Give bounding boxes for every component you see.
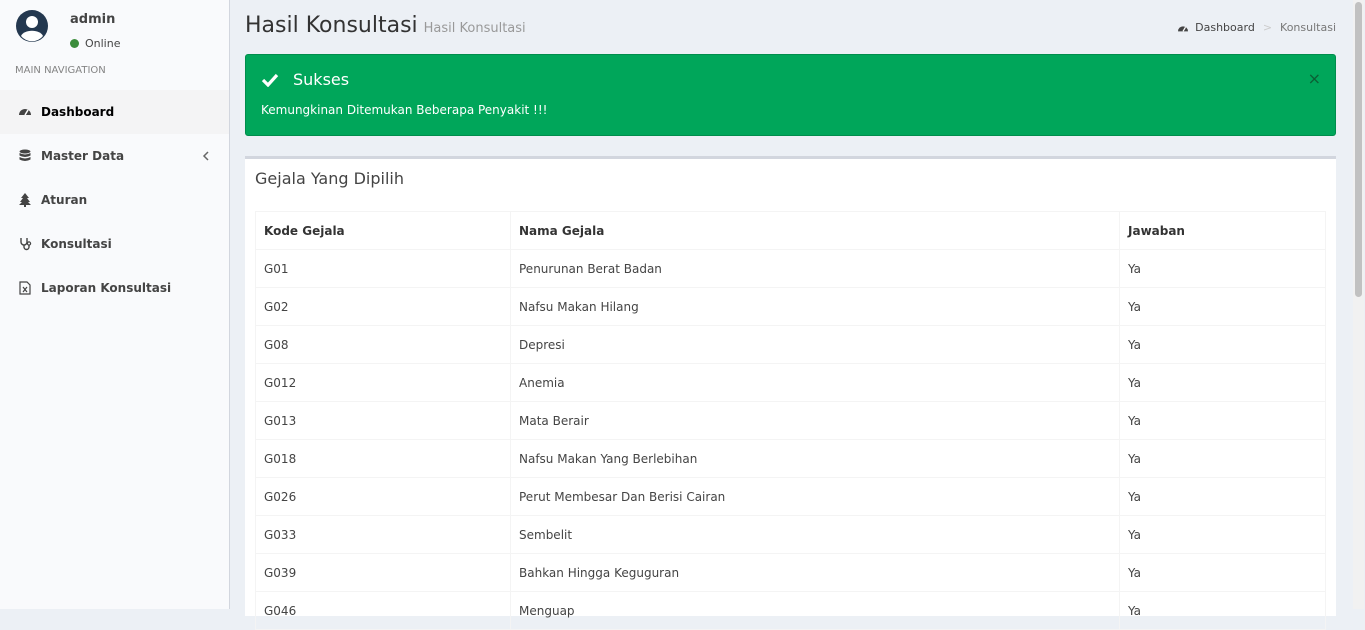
table-body: G01 Penurunan Berat Badan Ya G02 Nafsu Makan… (255, 249, 1326, 630)
table-cell: Nafsu Makan Hilang (510, 287, 1120, 326)
table-cell: G02 (255, 287, 511, 326)
file-excel-icon (17, 280, 33, 296)
sidebar-item-label: Aturan (41, 193, 88, 207)
nav-header: MAIN NAVIGATION (15, 65, 106, 76)
table-row: G026 Perut Membesar Dan Berisi Cairan Ya (255, 477, 1326, 516)
sidebar-item-konsultasi[interactable]: Konsultasi (0, 222, 229, 266)
user-status: Online (70, 37, 120, 50)
main-content: Hasil Konsultasi Hasil Konsultasi Dashboa… (230, 0, 1365, 630)
dashboard-icon (1178, 25, 1189, 32)
table-cell: Ya (1119, 439, 1326, 478)
user-avatar-icon (16, 10, 48, 42)
table-cell: Perut Membesar Dan Berisi Cairan (510, 477, 1120, 516)
table-cell: G013 (255, 401, 511, 440)
breadcrumb: Dashboard > Konsultasi (1177, 21, 1336, 34)
table-header-row: Kode Gejala Nama Gejala Jawaban (255, 211, 1326, 250)
chevron-left-icon (202, 151, 209, 161)
stethoscope-icon (17, 236, 33, 252)
table-cell: Ya (1119, 287, 1326, 326)
table-cell: Ya (1119, 591, 1326, 630)
breadcrumb-link-dashboard[interactable]: Dashboard (1195, 21, 1255, 34)
table-cell: Ya (1119, 363, 1326, 402)
table-row: G013 Mata Berair Ya (255, 401, 1326, 440)
table-cell: G01 (255, 249, 511, 288)
sidebar-menu: Dashboard Master Data Aturan Konsultasi (0, 90, 229, 310)
breadcrumb-separator: > (1262, 21, 1273, 34)
sidebar: admin Online MAIN NAVIGATION Dashboard M… (0, 0, 230, 609)
table-cell: Ya (1119, 401, 1326, 440)
table-cell: Ya (1119, 477, 1326, 516)
table-cell: Nafsu Makan Yang Berlebihan (510, 439, 1120, 478)
success-alert: Sukses Kemungkinan Ditemukan Beberapa Pe… (245, 54, 1336, 136)
dashboard-icon (17, 104, 33, 120)
column-header: Nama Gejala (510, 211, 1120, 250)
sidebar-item-label: Master Data (41, 149, 125, 163)
table-row: G08 Depresi Ya (255, 325, 1326, 364)
table-cell: G08 (255, 325, 511, 364)
sidebar-item-label: Laporan Konsultasi (41, 281, 172, 295)
sidebar-item-aturan[interactable]: Aturan (0, 178, 229, 222)
table-cell: Menguap (510, 591, 1120, 630)
sidebar-item-laporan-konsultasi[interactable]: Laporan Konsultasi (0, 266, 229, 310)
close-icon[interactable]: × (1308, 69, 1321, 88)
scrollbar-thumb[interactable] (1355, 2, 1362, 297)
table-cell: Ya (1119, 325, 1326, 364)
sidebar-item-label: Dashboard (41, 105, 115, 119)
box-title: Gejala Yang Dipilih (255, 169, 404, 188)
table-cell: Bahkan Hingga Keguguran (510, 553, 1120, 592)
page-subtitle: Hasil Konsultasi (423, 21, 526, 36)
table-cell: G018 (255, 439, 511, 478)
sidebar-item-master-data[interactable]: Master Data (0, 134, 229, 178)
table-cell: G033 (255, 515, 511, 554)
table-cell: Depresi (510, 325, 1120, 364)
symptoms-table: Kode Gejala Nama Gejala Jawaban G01 Penur… (255, 211, 1326, 630)
user-name: admin (70, 12, 116, 27)
table-cell: G046 (255, 591, 511, 630)
check-icon (261, 73, 279, 87)
table-row: G018 Nafsu Makan Yang Berlebihan Ya (255, 439, 1326, 478)
alert-message: Kemungkinan Ditemukan Beberapa Penyakit … (261, 103, 548, 117)
table-cell: Sembelit (510, 515, 1120, 554)
table-row: G033 Sembelit Ya (255, 515, 1326, 554)
user-status-label: Online (85, 37, 121, 50)
table-cell: Anemia (510, 363, 1120, 402)
table-row: G012 Anemia Ya (255, 363, 1326, 402)
table-cell: G026 (255, 477, 511, 516)
breadcrumb-current: Konsultasi (1280, 21, 1336, 34)
table-cell: Ya (1119, 515, 1326, 554)
column-header: Jawaban (1119, 211, 1326, 250)
sidebar-item-dashboard[interactable]: Dashboard (0, 90, 229, 134)
table-cell: Mata Berair (510, 401, 1120, 440)
table-cell: Ya (1119, 553, 1326, 592)
alert-title: Sukses (261, 70, 349, 89)
table-cell: G039 (255, 553, 511, 592)
tree-icon (17, 192, 33, 208)
table-row: G046 Menguap Ya (255, 591, 1326, 630)
table-cell: Penurunan Berat Badan (510, 249, 1120, 288)
table-row: G01 Penurunan Berat Badan Ya (255, 249, 1326, 288)
column-header: Kode Gejala (255, 211, 511, 250)
page-title: Hasil Konsultasi (245, 13, 418, 38)
table-cell: Ya (1119, 249, 1326, 288)
online-status-icon (70, 39, 79, 48)
table-cell: G012 (255, 363, 511, 402)
vertical-scrollbar[interactable] (1353, 0, 1364, 609)
user-panel: admin Online (0, 0, 229, 58)
sidebar-item-label: Konsultasi (41, 237, 112, 251)
page-header: Hasil Konsultasi Hasil Konsultasi (245, 13, 526, 38)
selected-symptoms-box: Gejala Yang Dipilih Kode Gejala Nama Gej… (245, 156, 1336, 630)
alert-title-text: Sukses (293, 70, 350, 89)
table-row: G039 Bahkan Hingga Keguguran Ya (255, 553, 1326, 592)
database-icon (17, 148, 33, 164)
table-row: G02 Nafsu Makan Hilang Ya (255, 287, 1326, 326)
